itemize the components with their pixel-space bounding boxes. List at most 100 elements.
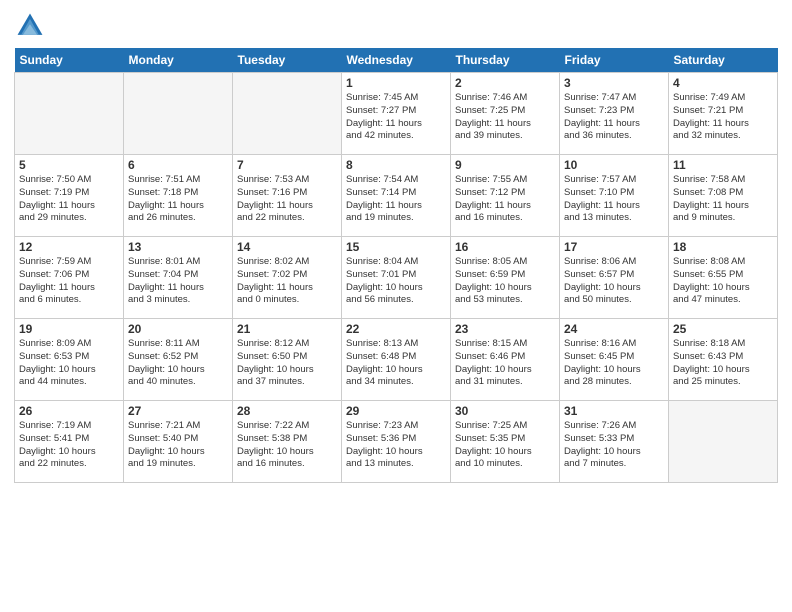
calendar-cell: 20 Sunrise: 8:11 AM Sunset: 6:52 PM Dayli… [124, 319, 233, 401]
day-number: 22 [346, 322, 446, 336]
calendar-cell: 14 Sunrise: 8:02 AM Sunset: 7:02 PM Dayli… [233, 237, 342, 319]
calendar-week-row: 19Sunrise: 8:09 AM Sunset: 6:53 PM Dayli… [15, 319, 778, 401]
calendar-cell: 30 Sunrise: 7:25 AM Sunset: 5:35 PM Dayli… [451, 401, 560, 483]
day-info: Sunrise: 8:18 AM Sunset: 6:43 PM Dayligh… [673, 338, 773, 389]
calendar-cell: 27Sunrise: 7:21 AM Sunset: 5:40 PM Dayli… [124, 401, 233, 483]
calendar-cell: 8 Sunrise: 7:54 AM Sunset: 7:14 PM Daylig… [342, 155, 451, 237]
day-info: Sunrise: 7:47 AM Sunset: 7:23 PM Dayligh… [564, 92, 664, 143]
day-number: 14 [237, 240, 337, 254]
day-info: Sunrise: 8:06 AM Sunset: 6:57 PM Dayligh… [564, 256, 664, 307]
calendar-week-row: 26 Sunrise: 7:19 AM Sunset: 5:41 PM Dayli… [15, 401, 778, 483]
calendar-body: 1Sunrise: 7:45 AM Sunset: 7:27 PM Daylig… [15, 73, 778, 483]
day-number: 21 [237, 322, 337, 336]
logo-icon [14, 10, 46, 42]
day-info: Sunrise: 7:25 AM Sunset: 5:35 PM Dayligh… [455, 420, 555, 471]
day-info: Sunrise: 7:59 AM Sunset: 7:06 PM Dayligh… [19, 256, 119, 307]
day-number: 9 [455, 158, 555, 172]
day-number: 4 [673, 76, 773, 90]
calendar-cell: 6 Sunrise: 7:51 AM Sunset: 7:18 PM Daylig… [124, 155, 233, 237]
day-number: 15 [346, 240, 446, 254]
calendar-cell: 26 Sunrise: 7:19 AM Sunset: 5:41 PM Dayli… [15, 401, 124, 483]
day-info: Sunrise: 8:04 AM Sunset: 7:01 PM Dayligh… [346, 256, 446, 307]
calendar-header-row: SundayMondayTuesdayWednesdayThursdayFrid… [15, 48, 778, 73]
day-number: 25 [673, 322, 773, 336]
day-number: 6 [128, 158, 228, 172]
calendar-cell: 18 Sunrise: 8:08 AM Sunset: 6:55 PM Dayli… [669, 237, 778, 319]
day-number: 13 [128, 240, 228, 254]
day-info: Sunrise: 7:51 AM Sunset: 7:18 PM Dayligh… [128, 174, 228, 225]
calendar-cell: 22 Sunrise: 8:13 AM Sunset: 6:48 PM Dayli… [342, 319, 451, 401]
calendar-cell: 28Sunrise: 7:22 AM Sunset: 5:38 PM Dayli… [233, 401, 342, 483]
day-info: Sunrise: 8:08 AM Sunset: 6:55 PM Dayligh… [673, 256, 773, 307]
calendar-cell: 31Sunrise: 7:26 AM Sunset: 5:33 PM Dayli… [560, 401, 669, 483]
day-info: Sunrise: 8:05 AM Sunset: 6:59 PM Dayligh… [455, 256, 555, 307]
day-info: Sunrise: 7:50 AM Sunset: 7:19 PM Dayligh… [19, 174, 119, 225]
calendar-week-row: 5 Sunrise: 7:50 AM Sunset: 7:19 PM Daylig… [15, 155, 778, 237]
day-number: 10 [564, 158, 664, 172]
day-number: 17 [564, 240, 664, 254]
calendar-cell: 7 Sunrise: 7:53 AM Sunset: 7:16 PM Daylig… [233, 155, 342, 237]
day-number: 7 [237, 158, 337, 172]
calendar-cell [124, 73, 233, 155]
calendar-cell: 16 Sunrise: 8:05 AM Sunset: 6:59 PM Dayli… [451, 237, 560, 319]
calendar-cell [233, 73, 342, 155]
day-info: Sunrise: 8:02 AM Sunset: 7:02 PM Dayligh… [237, 256, 337, 307]
calendar-cell: 5 Sunrise: 7:50 AM Sunset: 7:19 PM Daylig… [15, 155, 124, 237]
calendar-cell: 25 Sunrise: 8:18 AM Sunset: 6:43 PM Dayli… [669, 319, 778, 401]
calendar-cell: 11 Sunrise: 7:58 AM Sunset: 7:08 PM Dayli… [669, 155, 778, 237]
day-number: 29 [346, 404, 446, 418]
day-number: 18 [673, 240, 773, 254]
calendar-cell: 4 Sunrise: 7:49 AM Sunset: 7:21 PM Daylig… [669, 73, 778, 155]
day-number: 31 [564, 404, 664, 418]
calendar-week-row: 12 Sunrise: 7:59 AM Sunset: 7:06 PM Dayli… [15, 237, 778, 319]
day-number: 26 [19, 404, 119, 418]
day-info: Sunrise: 7:21 AM Sunset: 5:40 PM Dayligh… [128, 420, 228, 471]
day-number: 24 [564, 322, 664, 336]
calendar-cell: 9 Sunrise: 7:55 AM Sunset: 7:12 PM Daylig… [451, 155, 560, 237]
calendar-cell: 21Sunrise: 8:12 AM Sunset: 6:50 PM Dayli… [233, 319, 342, 401]
calendar-cell [669, 401, 778, 483]
day-number: 3 [564, 76, 664, 90]
calendar-day-header: Monday [124, 48, 233, 73]
day-number: 11 [673, 158, 773, 172]
day-info: Sunrise: 7:23 AM Sunset: 5:36 PM Dayligh… [346, 420, 446, 471]
day-info: Sunrise: 7:49 AM Sunset: 7:21 PM Dayligh… [673, 92, 773, 143]
page-container: SundayMondayTuesdayWednesdayThursdayFrid… [0, 0, 792, 489]
calendar-cell: 3 Sunrise: 7:47 AM Sunset: 7:23 PM Daylig… [560, 73, 669, 155]
calendar-cell: 13 Sunrise: 8:01 AM Sunset: 7:04 PM Dayli… [124, 237, 233, 319]
calendar-cell: 17 Sunrise: 8:06 AM Sunset: 6:57 PM Dayli… [560, 237, 669, 319]
day-info: Sunrise: 8:13 AM Sunset: 6:48 PM Dayligh… [346, 338, 446, 389]
calendar-day-header: Friday [560, 48, 669, 73]
day-number: 23 [455, 322, 555, 336]
day-info: Sunrise: 7:58 AM Sunset: 7:08 PM Dayligh… [673, 174, 773, 225]
day-number: 2 [455, 76, 555, 90]
day-info: Sunrise: 7:54 AM Sunset: 7:14 PM Dayligh… [346, 174, 446, 225]
day-info: Sunrise: 7:55 AM Sunset: 7:12 PM Dayligh… [455, 174, 555, 225]
day-number: 8 [346, 158, 446, 172]
calendar-table: SundayMondayTuesdayWednesdayThursdayFrid… [14, 48, 778, 483]
header [14, 10, 778, 42]
calendar-cell: 24Sunrise: 8:16 AM Sunset: 6:45 PM Dayli… [560, 319, 669, 401]
day-number: 20 [128, 322, 228, 336]
day-number: 16 [455, 240, 555, 254]
day-number: 28 [237, 404, 337, 418]
day-info: Sunrise: 8:15 AM Sunset: 6:46 PM Dayligh… [455, 338, 555, 389]
calendar-cell [15, 73, 124, 155]
calendar-day-header: Sunday [15, 48, 124, 73]
calendar-week-row: 1Sunrise: 7:45 AM Sunset: 7:27 PM Daylig… [15, 73, 778, 155]
day-info: Sunrise: 7:19 AM Sunset: 5:41 PM Dayligh… [19, 420, 119, 471]
day-info: Sunrise: 8:11 AM Sunset: 6:52 PM Dayligh… [128, 338, 228, 389]
day-info: Sunrise: 8:09 AM Sunset: 6:53 PM Dayligh… [19, 338, 119, 389]
day-info: Sunrise: 8:01 AM Sunset: 7:04 PM Dayligh… [128, 256, 228, 307]
calendar-day-header: Saturday [669, 48, 778, 73]
day-number: 5 [19, 158, 119, 172]
day-info: Sunrise: 7:45 AM Sunset: 7:27 PM Dayligh… [346, 92, 446, 143]
day-info: Sunrise: 7:57 AM Sunset: 7:10 PM Dayligh… [564, 174, 664, 225]
day-info: Sunrise: 7:53 AM Sunset: 7:16 PM Dayligh… [237, 174, 337, 225]
day-number: 30 [455, 404, 555, 418]
day-number: 12 [19, 240, 119, 254]
calendar-day-header: Thursday [451, 48, 560, 73]
calendar-cell: 10 Sunrise: 7:57 AM Sunset: 7:10 PM Dayli… [560, 155, 669, 237]
calendar-cell: 19Sunrise: 8:09 AM Sunset: 6:53 PM Dayli… [15, 319, 124, 401]
calendar-cell: 23 Sunrise: 8:15 AM Sunset: 6:46 PM Dayli… [451, 319, 560, 401]
